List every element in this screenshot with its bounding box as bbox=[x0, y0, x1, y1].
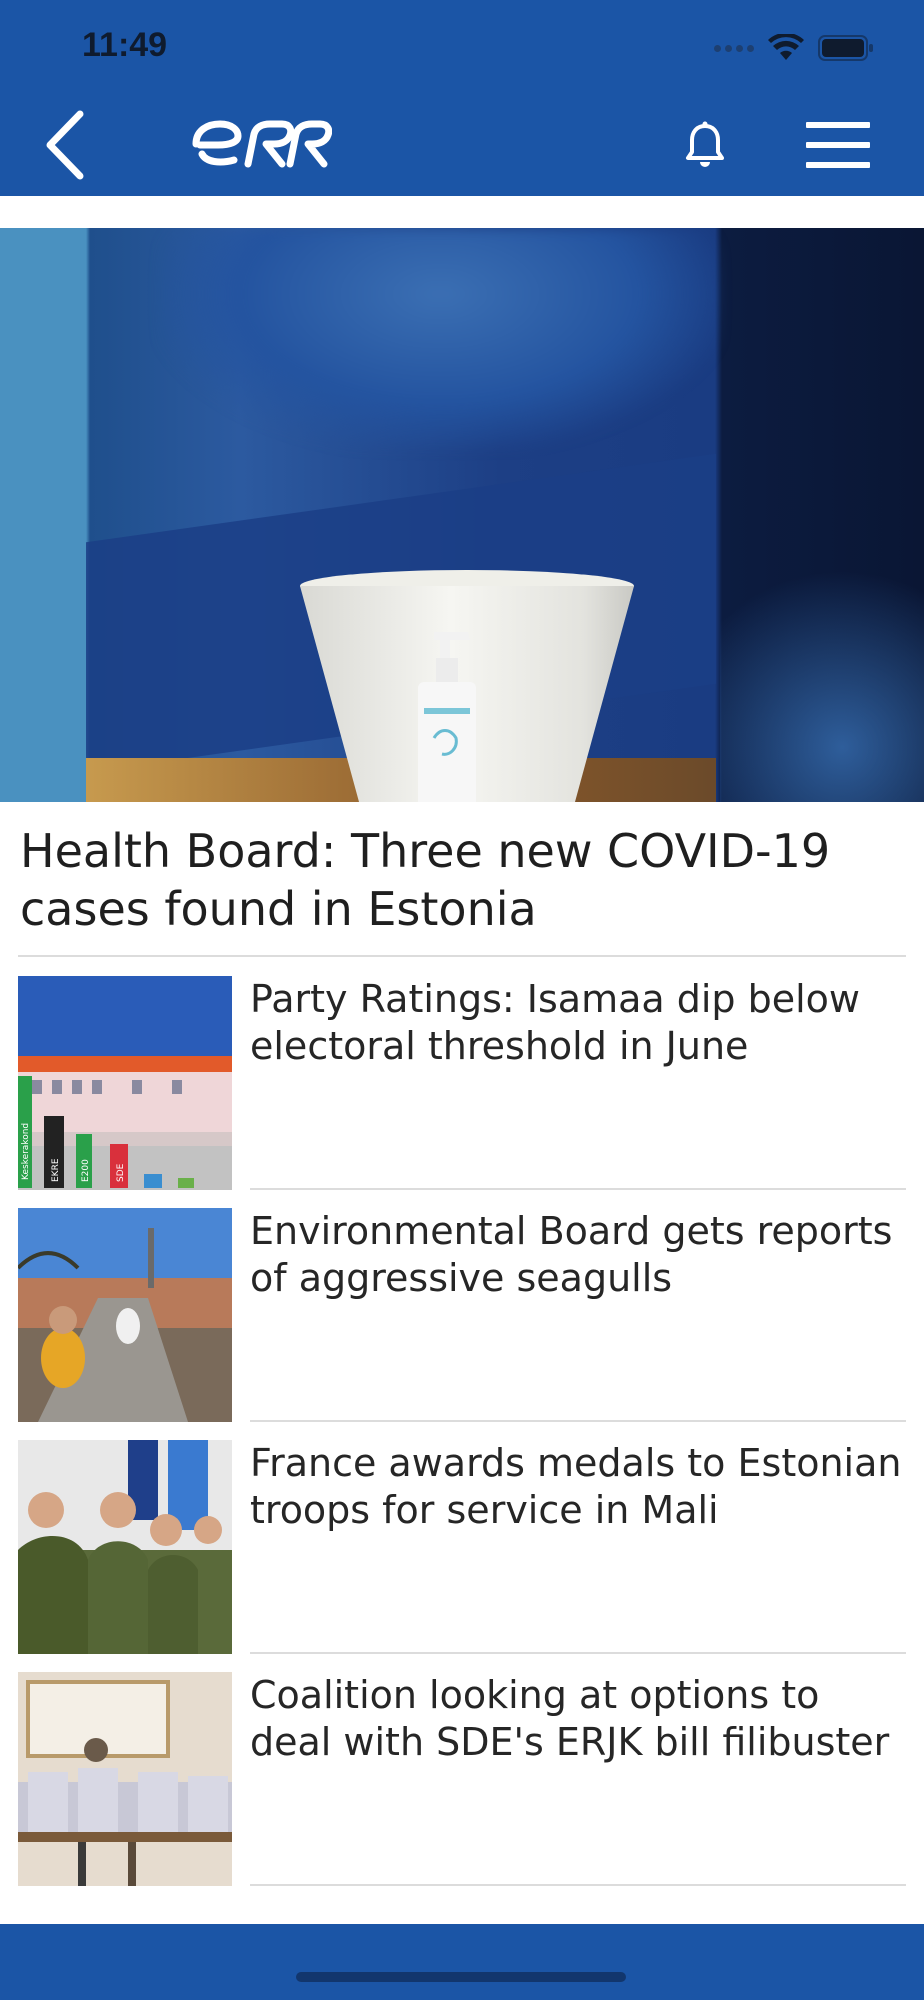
divider bbox=[18, 955, 906, 957]
divider bbox=[250, 1188, 906, 1190]
status-indicators bbox=[714, 34, 874, 62]
lead-article-image[interactable] bbox=[0, 228, 924, 802]
hamburger-icon bbox=[806, 122, 870, 168]
err-logo-icon bbox=[192, 120, 333, 168]
article-thumbnail-troops[interactable] bbox=[18, 1440, 232, 1654]
divider bbox=[250, 1652, 906, 1654]
back-button[interactable] bbox=[42, 110, 92, 180]
seagull-thumbnail bbox=[18, 1208, 232, 1422]
cellular-signal-icon bbox=[714, 44, 754, 52]
notifications-button[interactable] bbox=[680, 120, 730, 174]
article-thumbnail-coalition[interactable] bbox=[18, 1672, 232, 1886]
article-thumbnail-party-ratings[interactable]: Keskerakond EKRE E200 SDE bbox=[18, 976, 232, 1190]
err-logo bbox=[190, 120, 333, 172]
chevron-left-icon bbox=[46, 110, 84, 180]
coalition-thumbnail bbox=[18, 1672, 232, 1886]
article-title[interactable]: Coalition looking at options to deal wit… bbox=[250, 1672, 910, 1766]
bottom-bar bbox=[0, 1924, 924, 2000]
menu-button[interactable] bbox=[806, 122, 870, 168]
article-thumbnail-seagulls[interactable] bbox=[18, 1208, 232, 1422]
article-title[interactable]: Party Ratings: Isamaa dip below electora… bbox=[250, 976, 910, 1070]
home-indicator[interactable] bbox=[296, 1972, 626, 1982]
bar-label: E200 bbox=[81, 1159, 91, 1182]
divider bbox=[250, 1884, 906, 1886]
troops-thumbnail bbox=[18, 1440, 232, 1654]
divider bbox=[250, 1420, 906, 1422]
battery-icon bbox=[818, 34, 874, 62]
wifi-icon bbox=[768, 34, 804, 62]
bar-label: SDE bbox=[116, 1163, 126, 1182]
bar-label: EKRE bbox=[51, 1158, 61, 1182]
bar-label: Keskerakond bbox=[21, 1123, 31, 1180]
lead-article-title[interactable]: Health Board: Three new COVID-19 cases f… bbox=[20, 822, 900, 938]
article-title[interactable]: France awards medals to Estonian troops … bbox=[250, 1440, 910, 1534]
bell-icon bbox=[686, 121, 724, 167]
sanitizer-bottle-image bbox=[418, 632, 476, 802]
article-title[interactable]: Environmental Board gets reports of aggr… bbox=[250, 1208, 910, 1302]
party-ratings-thumbnail: Keskerakond EKRE E200 SDE bbox=[18, 976, 232, 1190]
app-header: 11:49 bbox=[0, 0, 924, 196]
status-time: 11:49 bbox=[82, 26, 168, 64]
